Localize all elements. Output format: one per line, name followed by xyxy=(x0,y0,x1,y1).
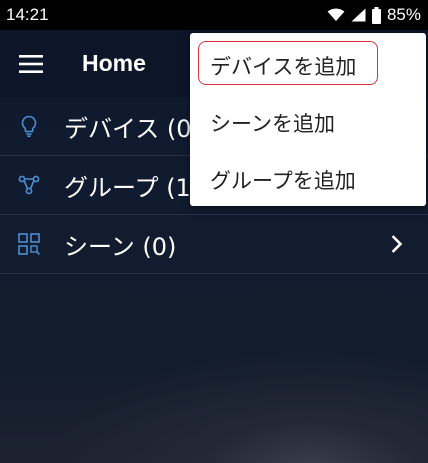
selection-highlight xyxy=(198,41,378,85)
status-icons: 85% xyxy=(327,5,428,25)
status-bar: 14:21 85% xyxy=(0,0,428,30)
overflow-menu: デバイスを追加 シーンを追加 グループを追加 xyxy=(190,33,426,206)
list-item-label: グループ (1 xyxy=(64,173,191,202)
page-title: Home xyxy=(82,50,146,76)
signal-icon xyxy=(351,8,366,22)
menu-item-label: シーンを追加 xyxy=(210,112,335,136)
status-time: 14:21 xyxy=(6,5,49,24)
battery-percent: 85% xyxy=(386,5,421,24)
scene-icon xyxy=(18,233,41,256)
wifi-icon xyxy=(327,8,345,21)
menu-item-add-scene[interactable]: シーンを追加 xyxy=(190,94,426,152)
hamburger-menu-icon[interactable] xyxy=(17,50,45,78)
battery-icon xyxy=(371,6,381,24)
list-item-label: シーン (0) xyxy=(64,232,177,261)
group-icon xyxy=(18,175,40,195)
lightbulb-icon xyxy=(21,115,37,137)
list-item-scenes[interactable]: シーン (0) xyxy=(0,215,428,274)
menu-item-add-group[interactable]: グループを追加 xyxy=(190,151,426,209)
chevron-right-icon[interactable] xyxy=(391,234,403,254)
menu-item-label: グループを追加 xyxy=(210,169,356,193)
list-item-label: デバイス (0 xyxy=(64,114,192,143)
